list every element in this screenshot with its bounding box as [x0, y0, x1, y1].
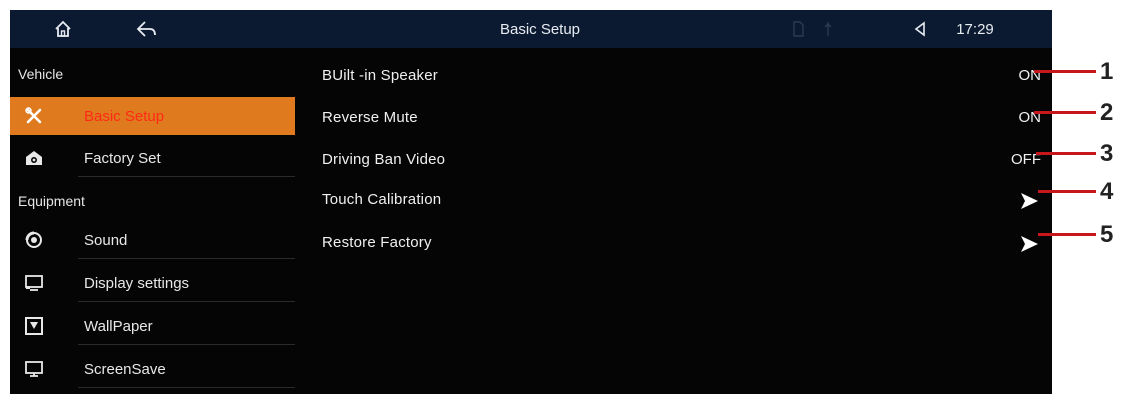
- monitor-icon: [23, 359, 45, 379]
- sidebar-item-label: Display settings: [84, 274, 190, 292]
- setting-touch-calibration[interactable]: Touch Calibration: [322, 183, 1047, 219]
- sidebar-item-sound[interactable]: Sound: [10, 221, 295, 259]
- back-icon[interactable]: [130, 10, 164, 48]
- setting-label: Reverse Mute: [322, 109, 418, 126]
- wallpaper-icon: [23, 316, 45, 336]
- callout-number: 2: [1100, 99, 1114, 126]
- sidebar-item-basic-setup[interactable]: Basic Setup: [10, 97, 295, 135]
- callout-line: [1038, 190, 1096, 193]
- play-arrow-icon[interactable]: [1019, 235, 1039, 253]
- setting-label: Restore Factory: [322, 234, 432, 251]
- callout-line: [1034, 111, 1096, 114]
- setting-driving-ban-video[interactable]: Driving Ban Video OFF: [322, 143, 1047, 179]
- setting-label: Touch Calibration: [322, 191, 442, 208]
- sidebar-item-label: Basic Setup: [84, 107, 165, 125]
- volume-icon[interactable]: [908, 10, 932, 48]
- usb-icon: [818, 10, 838, 48]
- callout-number: 3: [1100, 140, 1114, 167]
- setting-restore-factory[interactable]: Restore Factory: [322, 226, 1047, 262]
- sidebar-item-label: Sound: [84, 231, 128, 249]
- callout-line: [1034, 70, 1096, 73]
- setting-reverse-mute[interactable]: Reverse Mute ON: [322, 101, 1047, 137]
- sidebar-item-screensave[interactable]: ScreenSave: [10, 350, 295, 388]
- section-equipment: Equipment: [18, 193, 85, 209]
- head-unit-screen: Basic Setup 17:29 Vehicle Basic Setup Fa…: [10, 10, 1052, 394]
- sd-card-icon: [788, 10, 808, 48]
- factory-icon: [23, 148, 45, 168]
- home-icon[interactable]: [48, 10, 78, 48]
- sidebar-item-label: ScreenSave: [84, 360, 166, 378]
- sidebar: Vehicle Basic Setup Factory Set Equipmen…: [10, 48, 300, 394]
- callout-number: 4: [1100, 178, 1114, 205]
- tools-icon: [23, 106, 45, 126]
- divider: [78, 176, 295, 177]
- sidebar-item-label: Factory Set: [84, 149, 161, 167]
- setting-label: BUilt -in Speaker: [322, 67, 438, 84]
- sidebar-item-display-settings[interactable]: Display settings: [10, 264, 295, 302]
- callout-line: [1038, 233, 1096, 236]
- top-bar: Basic Setup 17:29: [10, 10, 1052, 48]
- divider: [78, 301, 295, 302]
- callout-line: [1036, 152, 1096, 155]
- callout-number: 5: [1100, 221, 1114, 248]
- setting-built-in-speaker[interactable]: BUilt -in Speaker ON: [322, 59, 1047, 95]
- clock: 17:29: [956, 20, 994, 38]
- callout-number: 1: [1100, 58, 1114, 85]
- display-icon: [23, 273, 45, 293]
- divider: [78, 387, 295, 388]
- sidebar-item-wallpaper[interactable]: WallPaper: [10, 307, 295, 345]
- sidebar-item-factory-set[interactable]: Factory Set: [10, 139, 295, 177]
- play-arrow-icon[interactable]: [1019, 192, 1039, 210]
- divider: [78, 258, 295, 259]
- setting-label: Driving Ban Video: [322, 151, 446, 168]
- page-title: Basic Setup: [499, 20, 581, 38]
- sound-icon: [23, 230, 45, 250]
- section-vehicle: Vehicle: [18, 66, 64, 82]
- divider: [78, 344, 295, 345]
- sidebar-item-label: WallPaper: [84, 317, 153, 335]
